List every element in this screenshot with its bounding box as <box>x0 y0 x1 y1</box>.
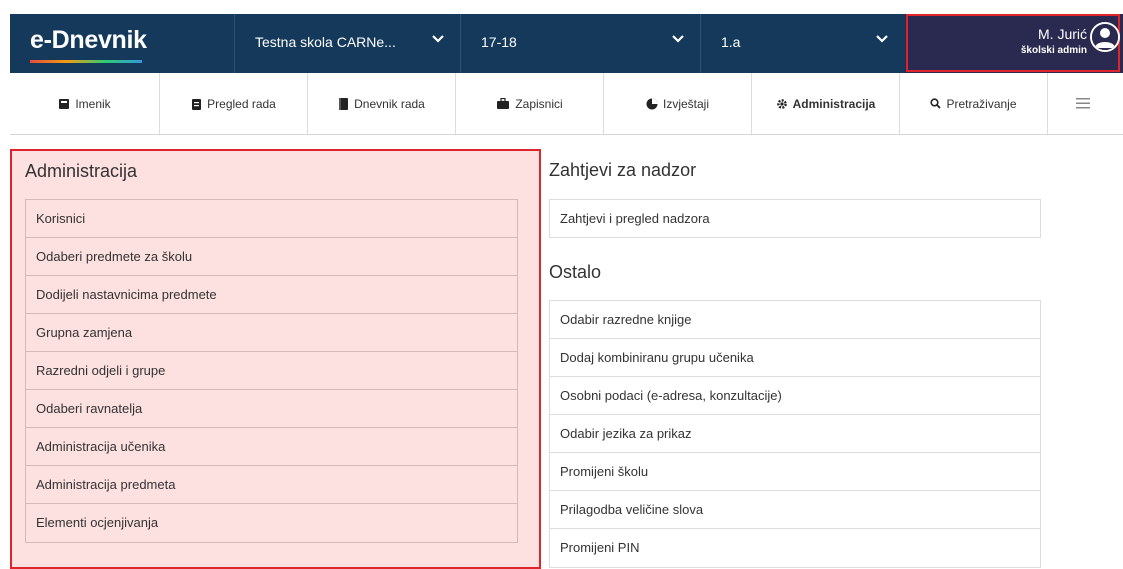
list-item[interactable]: Zahtjevi i pregled nadzora <box>550 200 1040 238</box>
search-icon <box>930 98 942 109</box>
year-selector-value: 17-18 <box>481 34 517 50</box>
list-item[interactable]: Promijeni PIN <box>550 529 1040 567</box>
list-item[interactable]: Razredni odjeli i grupe <box>26 352 517 390</box>
tab-pregled-rada[interactable]: Pregled rada <box>160 73 308 134</box>
tab-imenik[interactable]: Imenik <box>10 73 160 134</box>
class-selector[interactable]: 1.a <box>700 14 906 73</box>
hamburger-menu-icon <box>1076 98 1090 109</box>
list-item[interactable]: Osobni podaci (e-adresa, konzultacije) <box>550 377 1040 415</box>
list-item[interactable]: Administracija učenika <box>26 428 517 466</box>
tab-label: Administracija <box>792 96 876 111</box>
list-item[interactable]: Odabir razredne knjige <box>550 301 1040 339</box>
tab-label: Pretraživanje <box>946 96 1017 111</box>
tab-izvjestaji[interactable]: Izvještaji <box>604 73 752 134</box>
user-avatar-icon[interactable] <box>1090 22 1120 52</box>
class-selector-value: 1.a <box>721 34 741 50</box>
list-item[interactable]: Elementi ocjenjivanja <box>26 504 517 542</box>
school-selector[interactable]: Testna skola CARNe... <box>234 14 461 73</box>
list-item[interactable]: Odaberi ravnatelja <box>26 390 517 428</box>
other-list: Odabir razredne knjige Dodaj kombiniranu… <box>549 300 1041 568</box>
clipboard-icon <box>192 98 202 110</box>
tab-pretrazivanje[interactable]: Pretraživanje <box>900 73 1048 134</box>
briefcase-icon <box>497 97 510 109</box>
list-item[interactable]: Administracija predmeta <box>26 466 517 504</box>
list-item[interactable]: Grupna zamjena <box>26 314 517 352</box>
list-item[interactable]: Promijeni školu <box>550 453 1040 491</box>
main-nav: Imenik Pregled rada Dnevnik rada Zapisni… <box>10 73 1123 135</box>
notebook-icon <box>339 97 349 110</box>
tab-label: Pregled rada <box>207 96 276 111</box>
logo-text: e-Dnevnik <box>30 26 147 54</box>
menu-button[interactable] <box>1048 73 1123 134</box>
school-selector-value: Testna skola CARNe... <box>255 34 396 50</box>
year-selector[interactable]: 17-18 <box>460 14 701 73</box>
other-heading: Ostalo <box>549 262 602 282</box>
logo-underline <box>30 60 142 63</box>
chevron-down-icon <box>672 35 684 43</box>
list-item[interactable]: Korisnici <box>26 200 517 238</box>
chevron-down-icon <box>876 35 888 43</box>
user-highlight-box <box>906 14 1120 72</box>
list-item[interactable]: Dodaj kombiniranu grupu učenika <box>550 339 1040 377</box>
supervision-list: Zahtjevi i pregled nadzora <box>549 199 1041 238</box>
gear-icon <box>776 98 787 109</box>
tab-zapisnici[interactable]: Zapisnici <box>456 73 604 134</box>
supervision-heading: Zahtjevi za nadzor <box>549 160 697 180</box>
tab-label: Dnevnik rada <box>354 96 425 111</box>
list-item[interactable]: Odaberi predmete za školu <box>26 238 517 276</box>
tab-dnevnik-rada[interactable]: Dnevnik rada <box>308 73 456 134</box>
list-item[interactable]: Dodijeli nastavnicima predmete <box>26 276 517 314</box>
tab-label: Zapisnici <box>515 96 563 111</box>
tab-label: Imenik <box>75 96 111 111</box>
tab-label: Izvještaji <box>662 96 709 111</box>
list-item[interactable]: Odabir jezika za prikaz <box>550 415 1040 453</box>
administration-heading: Administracija <box>25 161 138 181</box>
book-icon <box>59 98 70 109</box>
pie-chart-icon <box>646 98 658 109</box>
logo[interactable]: e-Dnevnik <box>10 14 234 73</box>
list-item[interactable]: Prilagodba veličine slova <box>550 491 1040 529</box>
administration-list: Korisnici Odaberi predmete za školu Dodi… <box>25 199 518 543</box>
chevron-down-icon <box>432 35 444 43</box>
administration-panel: Administracija Korisnici Odaberi predmet… <box>10 149 541 569</box>
tab-administracija[interactable]: Administracija <box>752 73 900 134</box>
